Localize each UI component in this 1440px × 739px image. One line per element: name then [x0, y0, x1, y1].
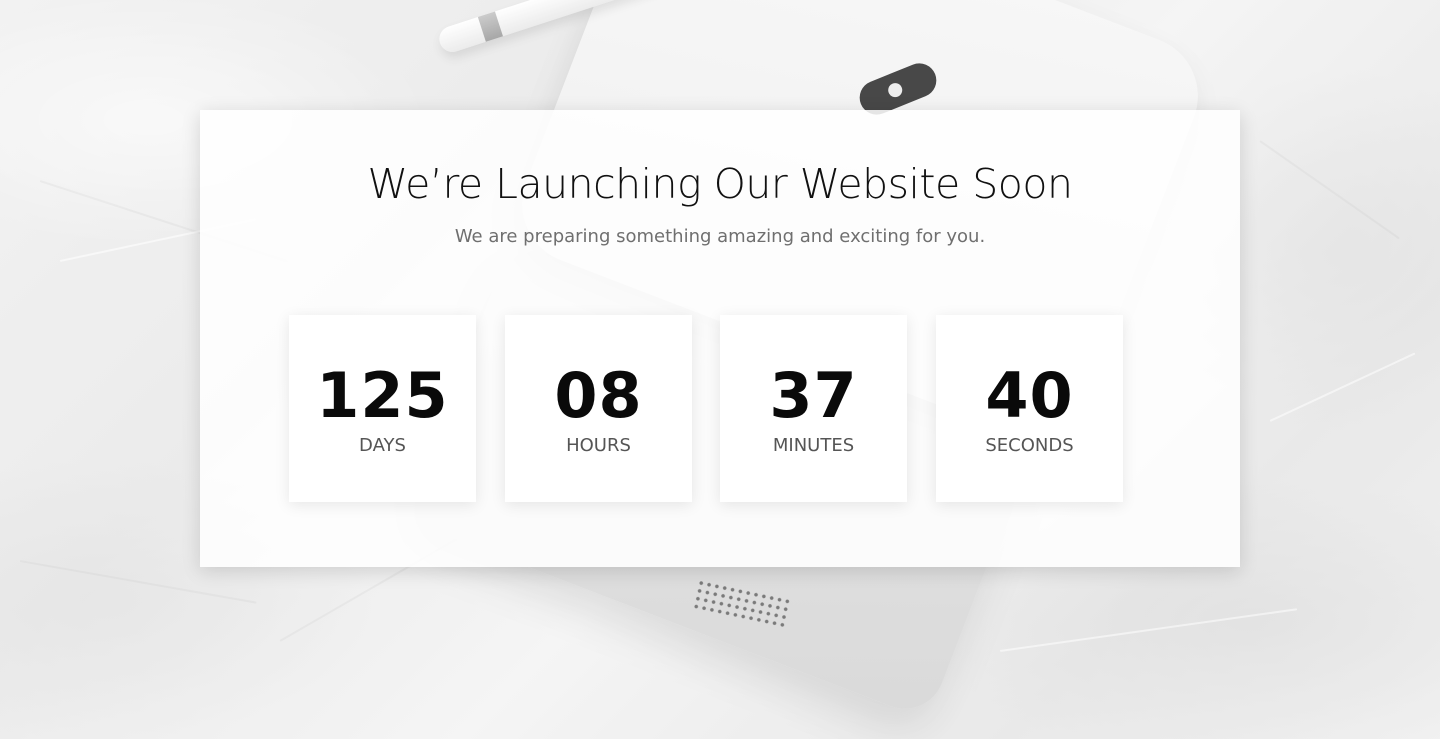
countdown-seconds-box: 40 SECONDS [936, 315, 1123, 502]
countdown-seconds-label: SECONDS [985, 435, 1074, 456]
countdown-days-box: 125 DAYS [289, 315, 476, 502]
page-title: We’re Launching Our Website Soon [367, 160, 1073, 208]
countdown-seconds-value: 40 [985, 359, 1074, 432]
countdown-minutes-box: 37 MINUTES [720, 315, 907, 502]
countdown-timer: 125 DAYS 08 HOURS 37 MINUTES 40 SECONDS [289, 315, 1129, 502]
countdown-hours-box: 08 HOURS [505, 315, 692, 502]
countdown-hours-label: HOURS [566, 435, 631, 456]
countdown-minutes-label: MINUTES [772, 435, 855, 456]
countdown-hours-value: 08 [554, 359, 643, 432]
countdown-minutes-value: 37 [769, 359, 858, 432]
countdown-days-value: 125 [316, 359, 449, 432]
countdown-days-label: DAYS [359, 435, 406, 456]
page-subtitle: We are preparing something amazing and e… [454, 226, 986, 247]
